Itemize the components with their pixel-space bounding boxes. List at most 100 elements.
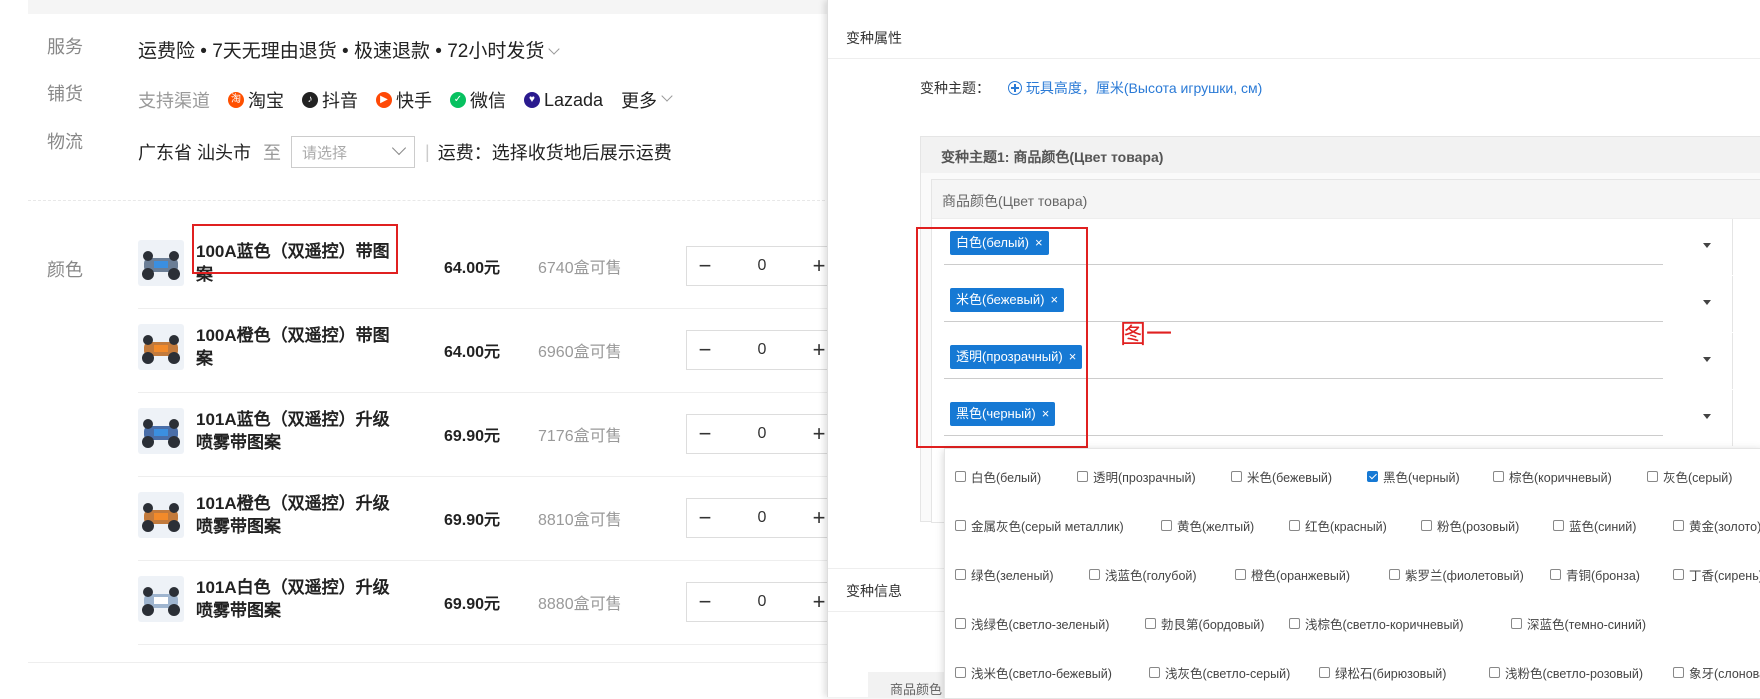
checkbox-icon[interactable] [955, 618, 966, 629]
color-option[interactable]: 紫罗兰(фиолетовый) [1389, 565, 1524, 584]
product-name[interactable]: 101A橙色（双遥控）升级喷雾带图案 [196, 492, 396, 538]
quantity-stepper: − 0 + [686, 414, 838, 454]
color-option[interactable]: 黑色(черный) [1367, 467, 1460, 486]
caret-down-icon[interactable] [1703, 357, 1711, 362]
checkbox-icon[interactable] [1289, 618, 1300, 629]
service-text: 运费险 • 7天无理由退货 • 极速退款 • 72小时发货 [138, 41, 545, 62]
product-row: 100A橙色（双遥控）带图案 64.00元 6960盒可售 − 0 + [138, 308, 838, 393]
checkbox-icon[interactable] [1511, 618, 1522, 629]
color-option-label: 浅绿色(светло-зеленый) [971, 618, 1110, 632]
douyin-icon: ♪ [302, 92, 318, 108]
decrease-button[interactable]: − [687, 337, 723, 363]
color-option[interactable]: 灰色(серый) [1647, 467, 1732, 486]
checkbox-icon[interactable] [955, 520, 966, 531]
quantity-input[interactable]: 0 [723, 257, 801, 275]
checkbox-checked-icon[interactable] [1367, 471, 1378, 482]
product-name[interactable]: 101A蓝色（双遥控）升级喷雾带图案 [196, 408, 396, 454]
color-option[interactable]: 深蓝色(темно-синий) [1511, 614, 1646, 633]
product-thumbnail[interactable] [138, 240, 184, 286]
checkbox-icon[interactable] [1389, 569, 1400, 580]
product-stock: 8880盒可售 [538, 596, 622, 613]
decrease-button[interactable]: − [687, 253, 723, 279]
channel-taobao[interactable]: 淘淘宝 [228, 87, 284, 113]
product-thumbnail[interactable] [138, 408, 184, 454]
checkbox-icon[interactable] [1077, 471, 1088, 482]
color-option-label: 绿松石(бирюзовый) [1335, 667, 1447, 681]
quantity-input[interactable]: 0 [723, 341, 801, 359]
product-thumbnail[interactable] [138, 576, 184, 622]
checkbox-icon[interactable] [1493, 471, 1504, 482]
decrease-button[interactable]: − [687, 421, 723, 447]
color-option[interactable]: 白色(белый) [955, 467, 1041, 486]
color-option[interactable]: 黄金(золото) [1673, 516, 1760, 535]
channel-kuaishou[interactable]: ▶ 快手 [376, 87, 432, 113]
checkbox-icon[interactable] [1673, 569, 1684, 580]
caret-down-icon[interactable] [1703, 243, 1711, 248]
divider: | [425, 141, 430, 162]
quantity-input[interactable]: 0 [723, 509, 801, 527]
annotation-label: 图一 [1120, 319, 1173, 349]
channel-wechat[interactable]: ✓ 微信 [450, 87, 506, 113]
checkbox-icon[interactable] [955, 471, 966, 482]
color-option[interactable]: 绿色(зеленый) [955, 565, 1054, 584]
decrease-button[interactable]: − [687, 505, 723, 531]
caret-down-icon[interactable] [1703, 414, 1711, 419]
service-info[interactable]: 运费险 • 7天无理由退货 • 极速退款 • 72小时发货 [138, 36, 561, 63]
color-option[interactable]: 棕色(коричневый) [1493, 467, 1612, 486]
more-channels-button[interactable]: 更多 [621, 87, 673, 113]
quantity-input[interactable]: 0 [723, 593, 801, 611]
color-option[interactable]: 绿松石(бирюзовый) [1319, 663, 1446, 682]
color-option[interactable]: 透明(прозрачный) [1077, 467, 1196, 486]
color-option[interactable]: 浅棕色(светло-коричневый) [1289, 614, 1464, 633]
color-option[interactable]: 黄色(желтый) [1161, 516, 1254, 535]
color-option[interactable]: 浅米色(светло-бежевый) [955, 663, 1112, 682]
color-option[interactable]: 浅蓝色(голубой) [1089, 565, 1197, 584]
color-option-label: 深蓝色(темно-синий) [1527, 618, 1647, 632]
product-name[interactable]: 101A白色（双遥控）升级喷雾带图案 [196, 576, 396, 622]
add-circle-icon[interactable] [1007, 81, 1022, 95]
checkbox-icon[interactable] [1647, 471, 1658, 482]
theme-link[interactable]: 玩具高度，厘米(Высота игрушки, см) [1026, 80, 1262, 96]
color-option[interactable]: 金属灰色(серый металлик) [955, 516, 1124, 535]
color-option-label: 紫罗兰(фиолетовый) [1405, 569, 1524, 583]
checkbox-icon[interactable] [1489, 667, 1500, 678]
color-option[interactable]: 青铜(бронза) [1550, 565, 1640, 584]
color-option[interactable]: 丁香(сирень) [1673, 565, 1760, 584]
checkbox-icon[interactable] [1235, 569, 1246, 580]
quantity-input[interactable]: 0 [723, 425, 801, 443]
color-option[interactable]: 浅灰色(светло-серый) [1149, 663, 1290, 682]
color-option[interactable]: 橙色(оранжевый) [1235, 565, 1350, 584]
channel-list: 支持渠道 淘淘宝 ♪ 抖音 ▶ 快手 ✓ 微信 ♥ Lazada 更多 [138, 87, 689, 113]
checkbox-icon[interactable] [1289, 520, 1300, 531]
checkbox-icon[interactable] [1319, 667, 1330, 678]
checkbox-icon[interactable] [1421, 520, 1432, 531]
checkbox-icon[interactable] [955, 667, 966, 678]
color-option[interactable]: 粉色(розовый) [1421, 516, 1519, 535]
destination-select[interactable]: 请选择 [291, 136, 416, 168]
color-option[interactable]: 红色(красный) [1289, 516, 1387, 535]
color-option[interactable]: 浅粉色(светло-розовый) [1489, 663, 1643, 682]
product-name[interactable]: 100A橙色（双遥控）带图案 [196, 324, 396, 370]
checkbox-icon[interactable] [1231, 471, 1242, 482]
checkbox-icon[interactable] [1145, 618, 1156, 629]
checkbox-icon[interactable] [1673, 667, 1684, 678]
product-thumbnail[interactable] [138, 492, 184, 538]
color-option[interactable]: 蓝色(синий) [1553, 516, 1636, 535]
color-option[interactable]: 勃艮第(бордовый) [1145, 614, 1264, 633]
checkbox-icon[interactable] [1149, 667, 1160, 678]
checkbox-icon[interactable] [1089, 569, 1100, 580]
color-option-label: 金属灰色(серый металлик) [971, 520, 1124, 534]
decrease-button[interactable]: − [687, 589, 723, 615]
checkbox-icon[interactable] [1550, 569, 1561, 580]
color-option[interactable]: 象牙(слоновая кость) [1673, 663, 1760, 682]
caret-down-icon[interactable] [1703, 300, 1711, 305]
channel-douyin[interactable]: ♪ 抖音 [302, 87, 358, 113]
product-thumbnail[interactable] [138, 324, 184, 370]
color-option[interactable]: 米色(бежевый) [1231, 467, 1332, 486]
checkbox-icon[interactable] [955, 569, 966, 580]
channel-lazada[interactable]: ♥ Lazada [524, 90, 603, 111]
checkbox-icon[interactable] [1161, 520, 1172, 531]
checkbox-icon[interactable] [1673, 520, 1684, 531]
color-option[interactable]: 浅绿色(светло-зеленый) [955, 614, 1109, 633]
checkbox-icon[interactable] [1553, 520, 1564, 531]
